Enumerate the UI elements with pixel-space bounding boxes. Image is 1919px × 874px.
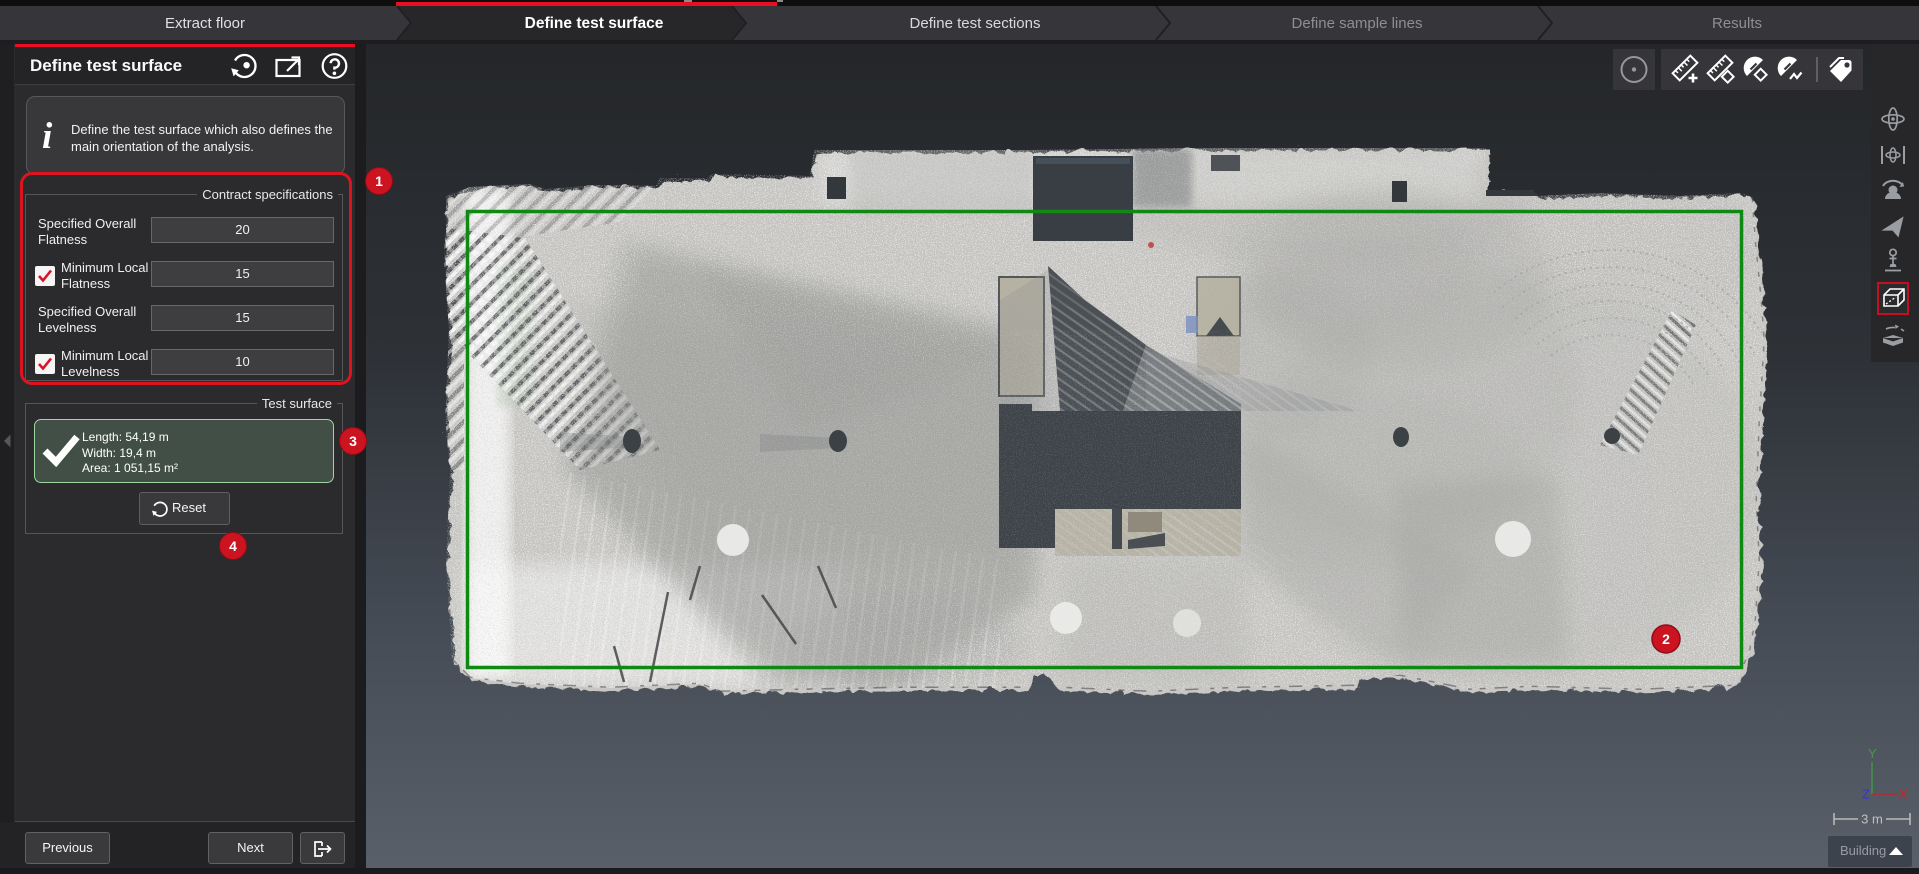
svg-text:2: 2 <box>1662 631 1670 647</box>
svg-text:Y: Y <box>1868 746 1877 761</box>
svg-text:Z: Z <box>1862 787 1870 802</box>
svg-text:Define test sections: Define test sections <box>910 15 1041 32</box>
svg-text:Extract floor: Extract floor <box>165 15 245 32</box>
svg-text:Define sample lines: Define sample lines <box>1292 15 1423 32</box>
svg-text:3 m: 3 m <box>1861 812 1883 827</box>
svg-text:X: X <box>1899 787 1908 802</box>
svg-text:Define test surface: Define test surface <box>525 15 664 32</box>
svg-text:Results: Results <box>1712 15 1762 32</box>
